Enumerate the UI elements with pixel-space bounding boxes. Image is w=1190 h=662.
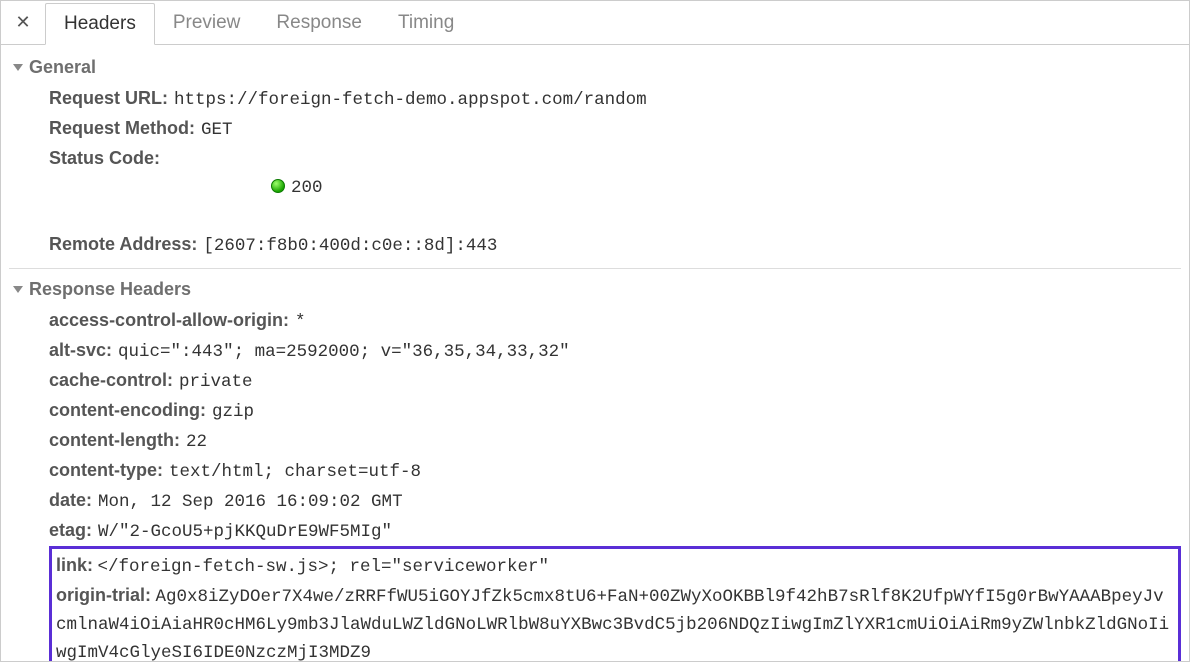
kv-cache: cache-control private — [49, 366, 1181, 396]
value-remote-address: [2607:f8b0:400d:c0e::8d]:443 — [203, 232, 497, 260]
panel-content: General Request URL https://foreign-fetc… — [1, 45, 1189, 661]
value-clen: 22 — [186, 428, 207, 456]
close-icon[interactable]: ✕ — [1, 1, 45, 44]
kv-link: link </foreign-fetch-sw.js>; rel="servic… — [56, 551, 1174, 581]
section-response-headers-toggle[interactable]: Response Headers — [9, 277, 1181, 302]
general-kv-block: Request URL https://foreign-fetch-demo.a… — [9, 80, 1181, 260]
disclosure-triangle-icon — [13, 64, 23, 71]
tab-preview[interactable]: Preview — [155, 1, 259, 44]
highlighted-headers: link </foreign-fetch-sw.js>; rel="servic… — [49, 546, 1181, 661]
value-status-code-text: 200 — [291, 178, 323, 198]
value-cache: private — [179, 368, 253, 396]
label-request-url: Request URL — [49, 84, 168, 112]
kv-date: date Mon, 12 Sep 2016 16:09:02 GMT — [49, 486, 1181, 516]
value-date: Mon, 12 Sep 2016 16:09:02 GMT — [98, 488, 403, 516]
kv-status-code: Status Code 200 — [49, 144, 1181, 230]
value-altsvc: quic=":443"; ma=2592000; v="36,35,34,33,… — [118, 338, 570, 366]
value-ctype: text/html; charset=utf-8 — [169, 458, 421, 486]
label-ctype: content-type — [49, 456, 163, 484]
status-dot-icon — [271, 179, 285, 193]
value-request-url: https://foreign-fetch-demo.appspot.com/r… — [174, 86, 647, 114]
kv-ctype: content-type text/html; charset=utf-8 — [49, 456, 1181, 486]
kv-remote-address: Remote Address [2607:f8b0:400d:c0e::8d]:… — [49, 230, 1181, 260]
label-origin-trial: origin-trial — [56, 585, 151, 605]
value-cenc: gzip — [212, 398, 254, 426]
section-general-title: General — [29, 57, 96, 78]
label-remote-address: Remote Address — [49, 230, 197, 258]
value-link: </foreign-fetch-sw.js>; rel="servicework… — [97, 557, 549, 577]
kv-altsvc: alt-svc quic=":443"; ma=2592000; v="36,3… — [49, 336, 1181, 366]
tab-headers[interactable]: Headers — [45, 3, 155, 45]
kv-origin-trial: origin-trial Ag0x8iZyDOer7X4we/zRRFfWU5i… — [56, 581, 1174, 661]
section-general: General Request URL https://foreign-fetc… — [9, 55, 1181, 268]
value-etag: W/"2-GcoU5+pjKKQuDrE9WF5MIg" — [98, 518, 392, 546]
kv-cenc: content-encoding gzip — [49, 396, 1181, 426]
kv-etag: etag W/"2-GcoU5+pjKKQuDrE9WF5MIg" — [49, 516, 1181, 546]
label-link: link — [56, 555, 93, 575]
kv-clen: content-length 22 — [49, 426, 1181, 456]
value-status-code: 200 — [166, 146, 323, 230]
tab-response[interactable]: Response — [258, 1, 380, 44]
section-response-headers: Response Headers access-control-allow-or… — [9, 268, 1181, 661]
label-status-code: Status Code — [49, 144, 160, 172]
label-altsvc: alt-svc — [49, 336, 112, 364]
label-cache: cache-control — [49, 366, 173, 394]
tab-bar: ✕ Headers Preview Response Timing — [1, 1, 1189, 45]
value-request-method: GET — [201, 116, 233, 144]
value-acao: * — [295, 308, 306, 336]
disclosure-triangle-icon — [13, 286, 23, 293]
label-request-method: Request Method — [49, 114, 195, 142]
kv-request-method: Request Method GET — [49, 114, 1181, 144]
label-etag: etag — [49, 516, 92, 544]
label-cenc: content-encoding — [49, 396, 206, 424]
kv-request-url: Request URL https://foreign-fetch-demo.a… — [49, 84, 1181, 114]
response-headers-kv-block: access-control-allow-origin * alt-svc qu… — [9, 302, 1181, 661]
tab-timing[interactable]: Timing — [380, 1, 472, 44]
section-response-headers-title: Response Headers — [29, 279, 191, 300]
label-clen: content-length — [49, 426, 180, 454]
label-acao: access-control-allow-origin — [49, 306, 289, 334]
section-general-toggle[interactable]: General — [9, 55, 1181, 80]
kv-acao: access-control-allow-origin * — [49, 306, 1181, 336]
label-date: date — [49, 486, 92, 514]
value-origin-trial: Ag0x8iZyDOer7X4we/zRRFfWU5iGOYJfZk5cmx8t… — [56, 587, 1169, 661]
